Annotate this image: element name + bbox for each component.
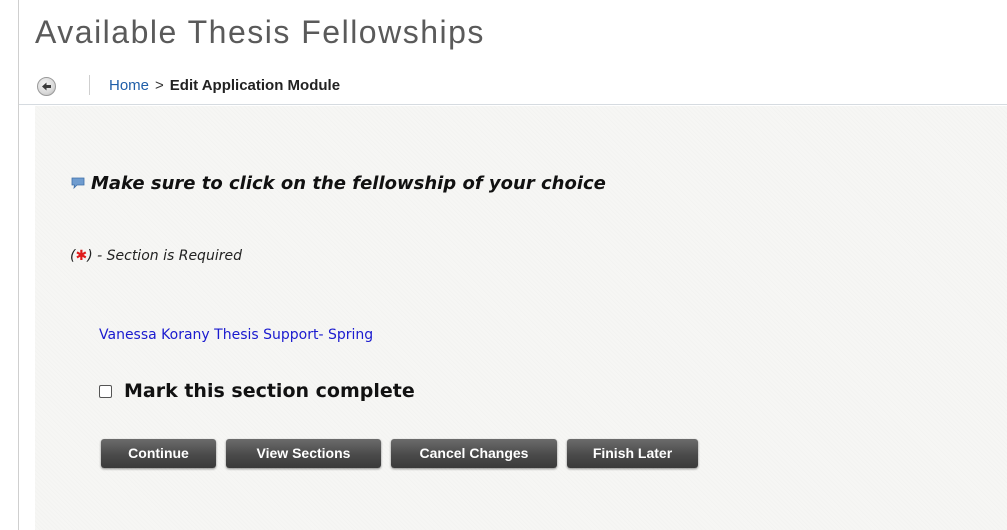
continue-button[interactable]: Continue	[101, 439, 216, 468]
action-buttons: Continue View Sections Cancel Changes Fi…	[101, 439, 698, 468]
finish-later-button[interactable]: Finish Later	[567, 439, 698, 468]
cancel-changes-button[interactable]: Cancel Changes	[391, 439, 557, 468]
fellowship-link[interactable]: Vanessa Korany Thesis Support- Spring	[99, 327, 373, 343]
required-note-text: ) - Section is Required	[87, 248, 242, 264]
page-frame: Available Thesis Fellowships Home > Edit A…	[18, 0, 1007, 530]
back-arrow-icon	[42, 82, 51, 91]
back-button[interactable]	[37, 77, 56, 96]
mark-complete-checkbox[interactable]	[99, 384, 112, 398]
mark-complete-label[interactable]: Mark this section complete	[124, 380, 415, 402]
required-asterisk-icon: ✱	[75, 248, 88, 264]
breadcrumb-separator: >	[155, 77, 164, 94]
breadcrumb: Home > Edit Application Module	[109, 77, 340, 94]
breadcrumb-current: Edit Application Module	[169, 77, 341, 94]
speech-bubble-icon	[71, 177, 85, 189]
view-sections-button[interactable]: View Sections	[226, 439, 381, 468]
breadcrumb-home-link[interactable]: Home	[109, 77, 149, 94]
main-content: Make sure to click on the fellowship of …	[35, 106, 1007, 530]
mark-complete-row[interactable]: Mark this section complete	[99, 380, 415, 402]
required-note: (✱) - Section is Required	[70, 248, 242, 264]
page-title: Available Thesis Fellowships	[35, 14, 485, 50]
notice-text: Make sure to click on the fellowship of …	[91, 173, 606, 194]
breadcrumb-divider	[89, 75, 90, 95]
notice: Make sure to click on the fellowship of …	[71, 173, 606, 194]
